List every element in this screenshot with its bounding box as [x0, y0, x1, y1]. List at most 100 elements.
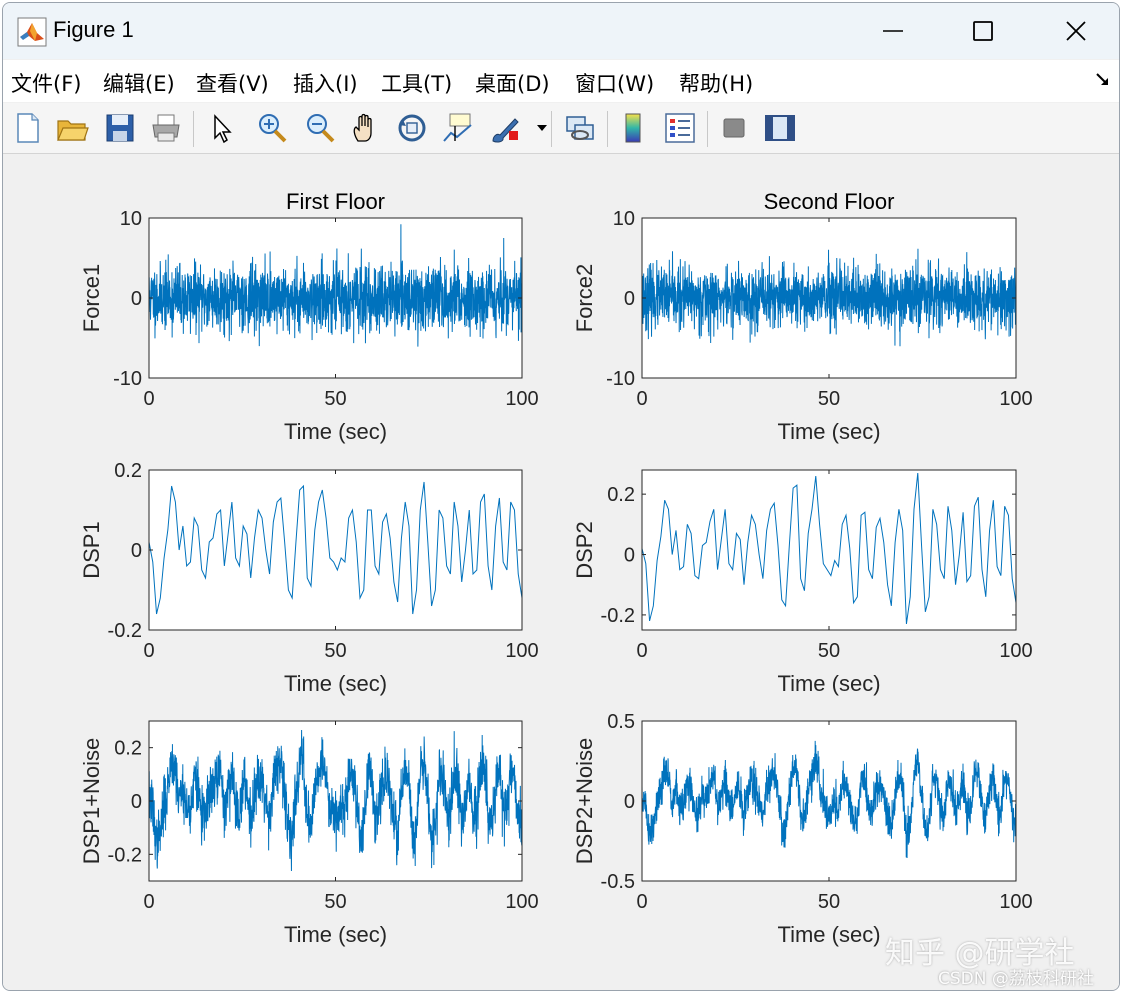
y-axis-label: DSP1+Noise — [79, 738, 104, 865]
y-tick-label: 0.5 — [607, 711, 635, 733]
data-cursor-icon[interactable] — [441, 111, 475, 145]
subplot-force2[interactable]: 0 50 100100-10Time (sec)Force2Second Floor — [572, 189, 1033, 444]
y-tick-label: 10 — [613, 208, 635, 230]
dock-arrow-icon[interactable] — [1095, 72, 1111, 88]
colorbar-icon[interactable] — [617, 111, 651, 145]
legend-icon[interactable] — [663, 111, 697, 145]
title-bar: Figure 1 — [3, 3, 1119, 59]
menu-bar: 文件(F) 编辑(E) 查看(V) 插入(I) 工具(T) 桌面(D) 窗口(W… — [3, 60, 1119, 102]
x-axis-label: Time (sec) — [284, 419, 387, 444]
maximize-icon — [973, 21, 993, 41]
menu-window[interactable]: 窗口(W) — [575, 68, 654, 98]
x-tick-label: 0 — [636, 388, 647, 410]
close-button[interactable] — [1046, 11, 1106, 51]
print-icon[interactable] — [149, 111, 183, 145]
subplot-force1[interactable]: 0 50 100100-10Time (sec)Force1First Floor — [79, 189, 539, 444]
x-tick-label: 100 — [999, 891, 1032, 913]
x-tick-label: 50 — [818, 640, 840, 662]
x-tick-label: 100 — [505, 640, 538, 662]
x-axis-label: Time (sec) — [777, 922, 880, 947]
show-plot-tools-icon[interactable] — [763, 111, 797, 145]
link-plot-icon[interactable] — [563, 111, 597, 145]
toolbar-separator — [551, 111, 552, 147]
x-tick-label: 0 — [143, 891, 154, 913]
rotate-3d-icon[interactable] — [395, 111, 429, 145]
menu-insert[interactable]: 插入(I) — [293, 68, 358, 98]
maximize-button[interactable] — [953, 11, 1013, 51]
x-tick-label: 100 — [999, 640, 1032, 662]
open-folder-icon[interactable] — [55, 111, 89, 145]
subplot-dsp2_noise[interactable]: 0 50 1000.50-0.5Time (sec)DSP2+Noise — [572, 711, 1033, 947]
pan-hand-icon[interactable] — [349, 111, 383, 145]
x-tick-label: 50 — [324, 388, 346, 410]
subplot-grid: 0 50 100100-10Time (sec)Force1First Floor0… — [79, 189, 1033, 947]
y-axis-label: DSP2+Noise — [572, 738, 597, 865]
x-tick-label: 50 — [818, 388, 840, 410]
toolbar-separator — [707, 111, 708, 147]
select-pointer-icon[interactable] — [205, 111, 239, 145]
figure-window: Figure 1 文件(F) 编辑(E) 查看(V) 插入(I) 工具(T) 桌… — [2, 2, 1120, 991]
y-tick-label: 0 — [624, 791, 635, 813]
x-tick-label: 0 — [636, 891, 647, 913]
window-title: Figure 1 — [53, 17, 134, 42]
toolbar — [3, 103, 1119, 154]
y-tick-label: 0 — [131, 540, 142, 562]
x-tick-label: 0 — [636, 640, 647, 662]
subplot-title: Second Floor — [764, 189, 895, 214]
y-axis-label: Force2 — [572, 264, 597, 332]
hide-plot-tools-icon[interactable] — [717, 111, 751, 145]
x-axis-label: Time (sec) — [284, 922, 387, 947]
y-tick-label: -10 — [113, 368, 142, 390]
menu-view[interactable]: 查看(V) — [196, 68, 269, 98]
figure-canvas: 0 50 100 10 0 -10 Time (sec) Force1 First Floor 0… — [3, 154, 1119, 990]
y-tick-label: -0.2 — [108, 620, 142, 642]
axes-background — [149, 470, 522, 630]
menu-edit[interactable]: 编辑(E) — [103, 68, 175, 98]
x-axis-label: Time (sec) — [284, 671, 387, 696]
x-tick-label: 100 — [505, 388, 538, 410]
y-tick-label: 0 — [624, 288, 635, 310]
toolbar-separator — [193, 111, 194, 147]
y-tick-label: 0 — [131, 288, 142, 310]
y-tick-label: 0.2 — [114, 460, 142, 482]
y-axis-label: DSP1 — [79, 521, 104, 578]
menu-help[interactable]: 帮助(H) — [679, 68, 753, 98]
zoom-in-icon[interactable] — [255, 111, 289, 145]
y-tick-label: -10 — [606, 368, 635, 390]
new-figure-icon[interactable] — [11, 111, 45, 145]
y-tick-label: -0.2 — [108, 844, 142, 866]
toolbar-separator — [607, 111, 608, 147]
chevron-down-icon[interactable] — [537, 125, 547, 133]
y-tick-label: -0.5 — [601, 871, 635, 893]
minimize-icon — [883, 30, 903, 32]
x-axis-label: Time (sec) — [777, 419, 880, 444]
zoom-out-icon[interactable] — [303, 111, 337, 145]
y-tick-label: 0 — [131, 791, 142, 813]
x-axis-label: Time (sec) — [777, 671, 880, 696]
x-tick-label: 50 — [324, 891, 346, 913]
y-axis-label: DSP2 — [572, 521, 597, 578]
y-tick-label: 0.2 — [114, 738, 142, 760]
menu-desktop[interactable]: 桌面(D) — [475, 68, 550, 98]
y-tick-label: 0.2 — [607, 484, 635, 506]
x-tick-label: 100 — [999, 388, 1032, 410]
matlab-logo-icon — [17, 17, 47, 47]
brush-icon[interactable] — [489, 111, 523, 145]
subplot-dsp1_noise[interactable]: 0 50 100 0.2 0 -0.2 Time (sec) DSP1+Noise — [79, 720, 539, 947]
y-tick-label: -0.2 — [601, 605, 635, 627]
y-tick-label: 10 — [120, 208, 142, 230]
subplot-dsp2[interactable]: 0 50 1000.20-0.2Time (sec)DSP2 — [572, 469, 1033, 696]
subplot-dsp1[interactable]: 0 50 1000.20-0.2Time (sec)DSP1 — [79, 460, 539, 696]
y-axis-label: Force1 — [79, 264, 104, 332]
x-tick-label: 50 — [324, 640, 346, 662]
subplot-title: First Floor — [286, 189, 385, 214]
x-tick-label: 100 — [505, 891, 538, 913]
save-icon[interactable] — [103, 111, 137, 145]
minimize-button[interactable] — [863, 11, 923, 51]
close-icon — [1066, 21, 1086, 41]
x-tick-label: 0 — [143, 388, 154, 410]
watermark-csdn: CSDN @荔枝科研社 — [938, 969, 1094, 989]
menu-file[interactable]: 文件(F) — [11, 68, 81, 98]
menu-tools[interactable]: 工具(T) — [381, 68, 452, 98]
y-tick-label: 0 — [624, 545, 635, 567]
